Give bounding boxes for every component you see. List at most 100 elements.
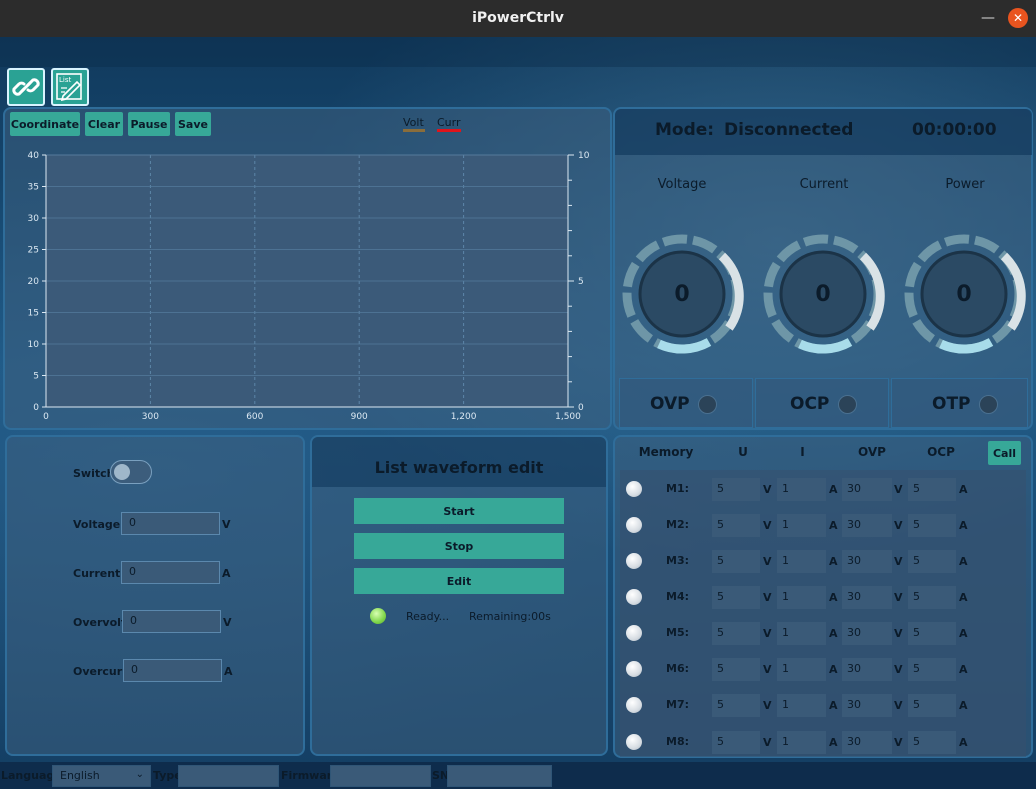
memory-ovp-field[interactable]: 30 (842, 514, 892, 537)
memory-u-field[interactable]: 5 (712, 694, 760, 717)
status-led (370, 608, 386, 624)
memory-ocp-unit: A (959, 483, 968, 496)
window-titlebar: iPowerCtrlv — ✕ (0, 0, 1036, 37)
memory-u-unit: V (763, 519, 772, 532)
memory-ovp-field[interactable]: 30 (842, 622, 892, 645)
list-edit-button[interactable]: List (51, 68, 89, 106)
memory-row: M8: 5 V 1 A 30 V 5 A (620, 727, 1026, 757)
call-button[interactable]: Call (988, 441, 1021, 465)
y-tick-label: 20 (28, 277, 40, 287)
memory-ovp-field[interactable]: 30 (842, 550, 892, 573)
y-tick-label: 15 (28, 309, 39, 319)
memory-ocp-field[interactable]: 5 (908, 694, 956, 717)
type-field[interactable] (178, 765, 279, 787)
memory-radio[interactable] (626, 661, 642, 677)
switch-knob (114, 464, 130, 480)
memory-u-unit: V (763, 591, 772, 604)
voltage-unit: V (222, 518, 231, 531)
memory-row: M2: 5 V 1 A 30 V 5 A (620, 510, 1026, 540)
memory-name: M8: (666, 735, 689, 748)
memory-ocp-field[interactable]: 5 (908, 658, 956, 681)
stop-button[interactable]: Stop (354, 533, 564, 559)
memory-i-field[interactable]: 1 (777, 622, 826, 645)
memory-ocp-unit: A (959, 699, 968, 712)
ocp-led (838, 395, 857, 414)
memory-radio[interactable] (626, 517, 642, 533)
overvolt-input[interactable]: 0 (122, 610, 221, 633)
memory-u-field[interactable]: 5 (712, 622, 760, 645)
legend-volt: Volt (403, 116, 425, 132)
save-button[interactable]: Save (175, 112, 211, 136)
memory-radio[interactable] (626, 697, 642, 713)
clear-button[interactable]: Clear (85, 112, 123, 136)
memory-i-field[interactable]: 1 (777, 586, 826, 609)
firmware-field[interactable] (330, 765, 431, 787)
y2-tick-label: 10 (578, 151, 590, 161)
memory-ocp-unit: A (959, 736, 968, 749)
voltage-input[interactable]: 0 (121, 512, 220, 535)
memory-ovp-field[interactable]: 30 (842, 658, 892, 681)
memory-u-field[interactable]: 5 (712, 586, 760, 609)
link-icon (12, 78, 40, 96)
memory-radio[interactable] (626, 625, 642, 641)
memory-radio[interactable] (626, 589, 642, 605)
memory-row: M6: 5 V 1 A 30 V 5 A (620, 654, 1026, 684)
close-icon[interactable]: ✕ (1008, 8, 1028, 28)
memory-i-field[interactable]: 1 (777, 658, 826, 681)
memory-i-unit: A (829, 627, 838, 640)
memory-ocp-field[interactable]: 5 (908, 622, 956, 645)
memory-i-unit: A (829, 663, 838, 676)
memory-ovp-field[interactable]: 30 (842, 478, 892, 501)
memory-ovp-field[interactable]: 30 (842, 731, 892, 754)
edit-button[interactable]: Edit (354, 568, 564, 594)
memory-ovp-field[interactable]: 30 (842, 694, 892, 717)
output-switch[interactable] (110, 460, 152, 484)
legend-curr-swatch (437, 129, 461, 132)
memory-radio[interactable] (626, 481, 642, 497)
memory-ocp-field[interactable]: 5 (908, 586, 956, 609)
memory-i-field[interactable]: 1 (777, 731, 826, 754)
x-tick-label: 300 (142, 412, 159, 422)
x-tick-label: 600 (246, 412, 263, 422)
minimize-icon[interactable]: — (978, 8, 998, 28)
status-text: Ready... (406, 610, 450, 623)
memory-u-field[interactable]: 5 (712, 658, 760, 681)
coordinate-button[interactable]: Coordinate (10, 112, 80, 136)
i-header: I (800, 445, 805, 459)
legend-volt-label: Volt (403, 116, 424, 129)
language-select[interactable]: English ⌄ (52, 765, 151, 787)
pause-button[interactable]: Pause (128, 112, 170, 136)
memory-ocp-field[interactable]: 5 (908, 550, 956, 573)
memory-u-field[interactable]: 5 (712, 731, 760, 754)
memory-name: M4: (666, 590, 689, 603)
memory-i-field[interactable]: 1 (777, 694, 826, 717)
switch-label: Switch (73, 467, 115, 480)
start-button[interactable]: Start (354, 498, 564, 524)
memory-u-field[interactable]: 5 (712, 514, 760, 537)
memory-i-field[interactable]: 1 (777, 550, 826, 573)
gauge-voltage-label: Voltage (657, 177, 707, 192)
overcurr-input[interactable]: 0 (123, 659, 222, 682)
memory-name: M7: (666, 698, 689, 711)
memory-u-unit: V (763, 555, 772, 568)
otp-label: OTP (932, 394, 971, 414)
memory-radio[interactable] (626, 734, 642, 750)
memory-u-field[interactable]: 5 (712, 478, 760, 501)
sn-field[interactable] (447, 765, 552, 787)
legend-volt-swatch (403, 129, 425, 132)
memory-ocp-field[interactable]: 5 (908, 478, 956, 501)
memory-radio[interactable] (626, 553, 642, 569)
memory-ocp-field[interactable]: 5 (908, 514, 956, 537)
memory-name: M3: (666, 554, 689, 567)
ocp-indicator: OCP (755, 378, 889, 428)
connect-button[interactable] (7, 68, 45, 106)
memory-i-field[interactable]: 1 (777, 514, 826, 537)
mode-value: Disconnected (724, 120, 854, 140)
memory-row: M7: 5 V 1 A 30 V 5 A (620, 690, 1026, 720)
legend-curr: Curr (437, 116, 461, 132)
memory-ocp-field[interactable]: 5 (908, 731, 956, 754)
memory-u-field[interactable]: 5 (712, 550, 760, 573)
current-input[interactable]: 0 (121, 561, 220, 584)
memory-ovp-field[interactable]: 30 (842, 586, 892, 609)
memory-i-field[interactable]: 1 (777, 478, 826, 501)
